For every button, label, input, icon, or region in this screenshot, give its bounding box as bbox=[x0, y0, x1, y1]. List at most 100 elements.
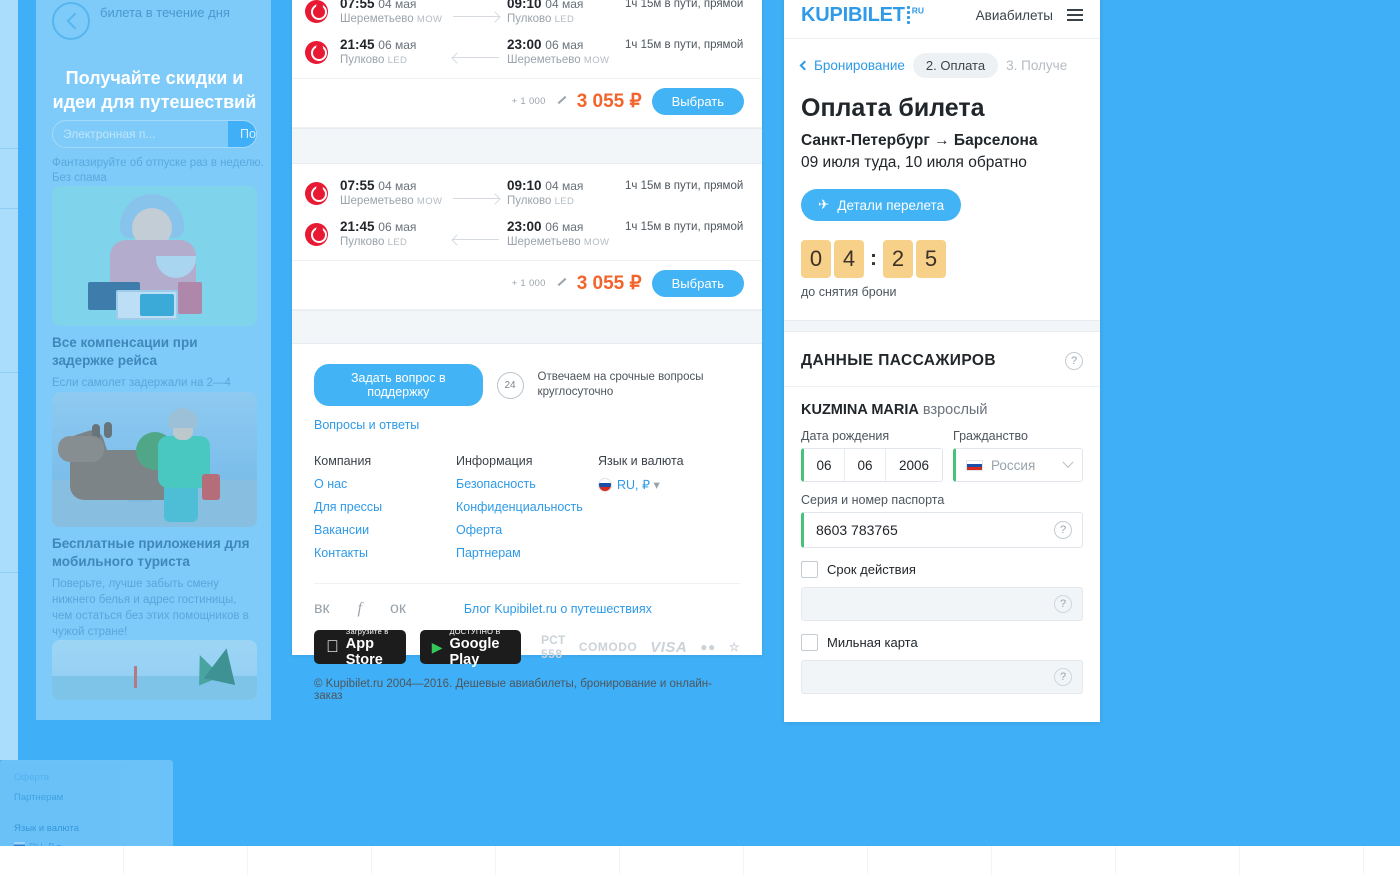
expiry-checkbox[interactable] bbox=[801, 561, 818, 578]
newsletter-form[interactable]: Подписаться bbox=[52, 120, 257, 148]
subscribe-button[interactable]: Подписаться bbox=[228, 121, 256, 147]
flight-result-card[interactable]: 07:55 04 мая Шереметьево MOW 09:10 04 ма… bbox=[292, 0, 762, 128]
nav-airtickets[interactable]: Авиабилеты bbox=[976, 8, 1053, 23]
footer-link[interactable]: О нас bbox=[314, 477, 456, 491]
artboard-canvas: билета в течение дня Получайте скидки и … bbox=[0, 0, 1400, 846]
passport-field[interactable]: ? bbox=[801, 512, 1083, 548]
booking-steps: Бронирование 2. Оплата 3. Получе bbox=[784, 39, 1100, 84]
help-icon[interactable]: ? bbox=[1054, 668, 1072, 686]
edit-pencil-icon[interactable] bbox=[556, 96, 567, 107]
facebook-icon[interactable]: f bbox=[358, 600, 362, 618]
route-summary: Санкт-Петербург → Барселона bbox=[801, 132, 1038, 149]
timer-colon: : bbox=[870, 247, 877, 270]
citizenship-value: Россия bbox=[991, 457, 1036, 473]
promo-card-body: Поверьте, лучше забыть смену нижнего бел… bbox=[52, 578, 249, 638]
arr-time: 09:10 bbox=[507, 178, 542, 193]
miles-card-checkbox[interactable] bbox=[801, 634, 818, 651]
blog-link[interactable]: Блог Kupibilet.ru о путешествиях bbox=[464, 602, 652, 616]
passenger-name: KUZMINA MARIA bbox=[801, 402, 919, 418]
arr-code: MOW bbox=[583, 55, 610, 66]
step-current-payment[interactable]: 2. Оплата bbox=[912, 53, 999, 78]
dep-airport: Пулково bbox=[340, 54, 385, 66]
dob-year-input[interactable] bbox=[886, 449, 942, 481]
help-icon[interactable]: ? bbox=[1065, 352, 1083, 370]
passport-input[interactable] bbox=[814, 521, 1054, 539]
appstore-badge[interactable]:  Загрузите в App Store bbox=[314, 627, 406, 668]
newsletter-heading: Получайте скидки и идеи для путешествий bbox=[52, 68, 257, 112]
edit-pencil-icon[interactable] bbox=[556, 278, 567, 289]
help-icon[interactable]: ? bbox=[1054, 595, 1072, 613]
site-header: KUPIBILET RU Авиабилеты bbox=[784, 0, 1100, 39]
footer-link[interactable]: Партнерам bbox=[456, 546, 598, 560]
section-divider-band bbox=[784, 320, 1100, 332]
passenger-name-row: KUZMINA MARIA взрослый bbox=[801, 402, 1083, 418]
arr-date: 04 мая bbox=[545, 179, 584, 193]
arrival-block: 09:10 04 мая Пулково LED bbox=[507, 0, 625, 25]
russia-flag-icon bbox=[598, 478, 612, 492]
leg-duration: 1ч 15м в пути, прямой bbox=[625, 39, 744, 51]
footer-link[interactable]: Контакты bbox=[314, 546, 456, 560]
odnoklassniki-icon[interactable]: ок bbox=[390, 600, 406, 618]
flight-result-card[interactable]: 07:55 04 мая Шереметьево MOW 09:10 04 ма… bbox=[292, 164, 762, 310]
promo-illustration-babushka bbox=[52, 186, 257, 326]
hamburger-menu-icon[interactable] bbox=[1067, 9, 1083, 21]
date-of-birth-field[interactable] bbox=[801, 448, 943, 482]
expiry-checkbox-row[interactable]: Срок действия bbox=[801, 561, 1083, 578]
newsletter-email-input[interactable] bbox=[53, 121, 228, 147]
flight-leg-row: 21:45 06 мая Пулково LED 23:00 06 мая Ше… bbox=[292, 211, 762, 260]
language-currency-selector[interactable]: RU, ₽ ▾ bbox=[598, 477, 740, 492]
select-flight-button[interactable]: Выбрать bbox=[651, 270, 744, 297]
gplay-label: Google Play bbox=[443, 635, 499, 668]
flight-details-button[interactable]: ✈ Детали перелета bbox=[801, 189, 962, 221]
promo-card[interactable]: Все компенсации при задержке рейса Если … bbox=[52, 186, 257, 423]
kupibilet-logo[interactable]: KUPIBILET RU bbox=[801, 4, 924, 27]
help-icon[interactable]: ? bbox=[1054, 521, 1072, 539]
mini-link-partners[interactable]: Партнерам bbox=[14, 792, 159, 803]
flight-leg-row: 21:45 06 мая Пулково LED 23:00 06 мая Ше… bbox=[292, 29, 762, 78]
passenger-type: взрослый bbox=[922, 402, 988, 418]
dob-day-input[interactable] bbox=[804, 449, 845, 481]
arr-airport: Шереметьево bbox=[507, 54, 581, 66]
mastercard-icon: ●● bbox=[700, 640, 716, 654]
timer-digit: 5 bbox=[916, 240, 946, 278]
mir-icon: ☆ bbox=[728, 640, 740, 654]
arr-code: LED bbox=[554, 196, 575, 207]
promo-card[interactable]: Бесплатные приложения для мобильного тур… bbox=[52, 392, 257, 640]
page-title: Оплата билета bbox=[801, 94, 985, 122]
footer-link[interactable]: Для прессы bbox=[314, 500, 456, 514]
app-store-badges:  Загрузите в App Store ▶ ДОСТУПНО В Goo… bbox=[314, 627, 740, 668]
artboard-grid-strip bbox=[0, 846, 1400, 875]
comodo-icon: COMODO bbox=[578, 640, 638, 654]
promo-card-partial[interactable] bbox=[52, 640, 257, 700]
footer-link[interactable]: Безопасность bbox=[456, 477, 598, 491]
expiry-field-disabled: ? bbox=[801, 587, 1083, 621]
googleplay-badge[interactable]: ▶ ДОСТУПНО В Google Play bbox=[419, 627, 521, 668]
airline-logo bbox=[292, 178, 340, 205]
bonus-miles: + 1 000 bbox=[511, 278, 546, 289]
free-return-text: билета в течение дня bbox=[100, 5, 230, 20]
russia-flag-icon bbox=[966, 459, 983, 471]
google-play-icon: ▶ bbox=[426, 638, 443, 655]
select-flight-button[interactable]: Выбрать bbox=[651, 88, 744, 115]
apple-icon:  bbox=[326, 637, 339, 657]
miles-card-checkbox-row[interactable]: Мильная карта bbox=[801, 634, 1083, 651]
promo-card-title: Бесплатные приложения для мобильного тур… bbox=[52, 536, 250, 569]
dep-time: 07:55 bbox=[340, 0, 375, 11]
footer-link[interactable]: Конфиденциальность bbox=[456, 500, 598, 514]
step-next-receive: 3. Получе bbox=[1006, 58, 1068, 73]
dep-date: 06 мая bbox=[378, 220, 417, 234]
faq-link[interactable]: Вопросы и ответы bbox=[314, 418, 740, 432]
vk-icon[interactable]: вк bbox=[314, 600, 330, 618]
arr-time: 23:00 bbox=[507, 37, 542, 52]
citizenship-select[interactable]: Россия bbox=[953, 448, 1083, 482]
support-question-button[interactable]: Задать вопрос в поддержку bbox=[314, 364, 483, 406]
footer-link[interactable]: Оферта bbox=[456, 523, 598, 537]
results-divider-band bbox=[292, 128, 762, 164]
mini-link-oferta: Оферта bbox=[14, 772, 50, 783]
footer-link[interactable]: Вакансии bbox=[314, 523, 456, 537]
footer-columns: Компания О нас Для прессы Вакансии Конта… bbox=[314, 454, 740, 569]
arr-date: 06 мая bbox=[545, 38, 584, 52]
passengers-section-header: ДАННЫЕ ПАССАЖИРОВ ? bbox=[784, 332, 1100, 370]
step-back-booking[interactable]: Бронирование bbox=[799, 58, 905, 73]
dob-month-input[interactable] bbox=[845, 449, 886, 481]
